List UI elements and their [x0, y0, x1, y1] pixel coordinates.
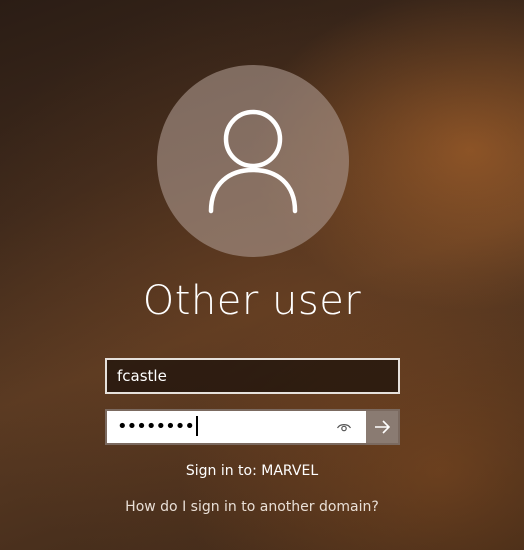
arrow-right-icon [375, 420, 390, 434]
person-icon [208, 109, 298, 214]
sign-in-domain-label: Sign in to: MARVEL [185, 463, 319, 479]
other-domain-link[interactable]: How do I sign in to another domain? [0, 499, 504, 515]
username-value[interactable]: fcastle [117, 360, 167, 392]
password-value[interactable]: •••••••• [117, 411, 198, 443]
username-field[interactable]: fcastle [105, 358, 400, 394]
eye-icon[interactable] [336, 419, 352, 435]
password-field[interactable]: •••••••• [105, 409, 400, 445]
user-display-name: Other user [142, 278, 362, 324]
user-avatar [157, 65, 349, 257]
submit-button[interactable] [366, 411, 398, 443]
password-input[interactable]: •••••••• [107, 411, 366, 443]
text-caret [195, 416, 198, 436]
